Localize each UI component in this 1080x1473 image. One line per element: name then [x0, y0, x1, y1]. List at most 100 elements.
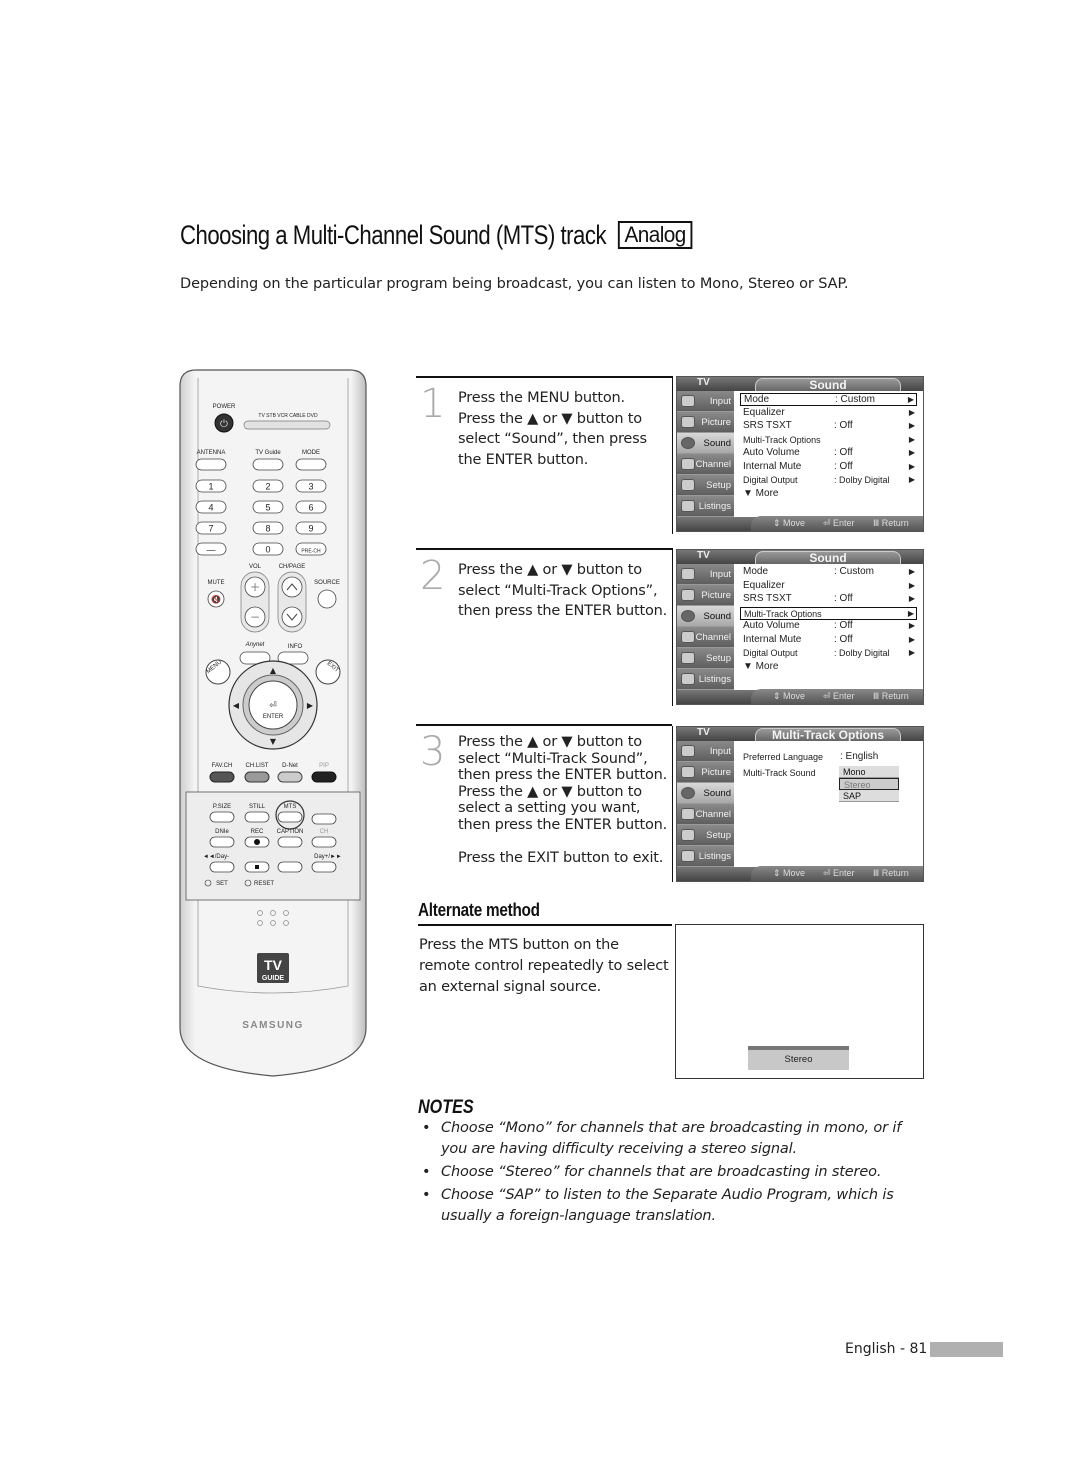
mode-labels: TV STB VCR CABLE DVD: [258, 413, 318, 419]
osd-row-value: : Off: [834, 620, 853, 631]
vol-label: VOL: [249, 564, 262, 570]
stereo-osd-banner: Stereo: [748, 1046, 849, 1070]
osd-row-label: Mode: [743, 566, 769, 577]
step-line: Press the ▲ or ▼ button to: [458, 562, 642, 578]
input-icon: [681, 395, 695, 407]
analog-badge: Analog: [617, 221, 692, 249]
osd-hint-bar: ⇕ Move ⏎ Enter Ⅲ Return: [751, 866, 923, 881]
favch-label: FAV.CH: [212, 763, 233, 769]
osd-multitrack-options: TV Multi-Track Options Input Picture Sound Ch…: [676, 726, 924, 882]
listings-icon: [681, 500, 695, 512]
osd-hint-move: ⇕ Move: [773, 518, 806, 528]
chevron-right-icon: ▶: [908, 461, 915, 471]
osd-hint-return: Ⅲ Return: [873, 691, 909, 701]
osd-menu-row: Digital Output: Dolby Digital ▶: [740, 474, 917, 487]
pip-button: [311, 771, 337, 783]
osd-row-label: Internal Mute: [743, 460, 802, 472]
caption-button: [277, 836, 303, 848]
osd-sidebar-item-picture: Picture: [677, 412, 734, 433]
osd-menu-row: Equalizer ▶: [740, 407, 917, 420]
osd-sidebar-item-sound: Sound: [677, 433, 734, 454]
osd-row-value: : Custom: [834, 566, 875, 577]
chevron-right-icon: ▶: [908, 421, 915, 430]
step-line: then press the ENTER button.: [458, 603, 668, 619]
dnie-button: [209, 836, 235, 848]
mode-indicator: [243, 420, 331, 430]
digit-label: 8: [265, 524, 270, 534]
minus-icon: −: [250, 610, 260, 624]
tvguide-logo-bottom: GUIDE: [262, 975, 285, 982]
osd-main-panel: Mode: Custom ▶ Equalizer ▶ SRS TSXT: Off ▶ Mul…: [734, 564, 923, 692]
osd-row-label: Mode: [744, 394, 770, 405]
dnet-button: [277, 771, 303, 783]
chevron-right-icon: ▶: [908, 448, 915, 457]
step-line: Press the MENU button.: [458, 390, 625, 406]
osd-more-row: ▼ More: [743, 487, 779, 499]
osd-sidebar-item-setup: Setup: [677, 475, 734, 496]
osd-row-value: : Off: [834, 633, 853, 645]
step-line: select a setting you want,: [458, 800, 641, 816]
osd-row-label: SRS TSXT: [743, 420, 792, 431]
dnet-label: D-Net: [282, 763, 298, 769]
intro-text: Depending on the particular program bein…: [180, 276, 849, 292]
samsung-logo: SAMSUNG: [242, 1020, 304, 1031]
digit-label: 1: [208, 482, 213, 492]
osd-sidebar-item-channel: Channel: [677, 627, 734, 648]
plus-icon: +: [250, 580, 260, 594]
tvguide-label: TV Guide: [255, 450, 281, 456]
osd-hint-bar: ⇕ Move ⏎ Enter Ⅲ Return: [751, 516, 923, 531]
ch-label: CH: [320, 829, 329, 835]
rec-icon: [254, 839, 260, 845]
osd-row-label: Multi-Track Sound: [743, 768, 816, 778]
chevron-right-icon: ▶: [908, 580, 915, 590]
still-button: [244, 811, 270, 823]
mute-label: MUTE: [208, 580, 225, 586]
play-pause-button: [277, 861, 303, 873]
osd-sound-menu-multitrack: TV Sound Input Picture Sound Channel Setup List…: [676, 549, 924, 705]
osd-sidebar-item-channel: Channel: [677, 804, 734, 825]
enter-label: ENTER: [263, 714, 284, 720]
anynet-label: Anynet: [245, 642, 265, 648]
step-line: then press the ENTER button.: [458, 767, 668, 783]
page-bar: [930, 1342, 1003, 1357]
step-line: Press the ▲ or ▼ button to: [458, 783, 642, 800]
source-button: [317, 589, 337, 609]
chevron-right-icon: ▶: [907, 608, 914, 618]
chevron-right-icon: ▶: [908, 594, 915, 603]
osd-row-label: SRS TSXT: [743, 593, 792, 604]
setup-icon: [681, 652, 695, 664]
still-label: STILL: [249, 804, 266, 810]
antenna-button: [195, 458, 227, 471]
osd-sidebar: Input Picture Sound Channel Setup Listings: [677, 564, 734, 692]
osd-hint-move: ⇕ Move: [773, 691, 806, 701]
note-item: Choose “Mono” for channels that are broa…: [420, 1118, 930, 1160]
panel-ch-down-button: [311, 836, 337, 848]
mute-icon: 🔇: [211, 594, 221, 604]
osd-menu-row: Mode: Custom ▶: [740, 393, 917, 406]
osd-hint-bar: ⇕ Move ⏎ Enter Ⅲ Return: [751, 689, 923, 704]
digit-label: 2: [265, 482, 270, 492]
left-arrow-icon: ◀: [233, 701, 240, 710]
rewind-button: [209, 861, 235, 873]
digit-label: 5: [265, 503, 270, 513]
osd-hint-enter: ⏎ Enter: [823, 518, 855, 528]
osd-option-stereo: Stereo: [839, 778, 899, 790]
osd-menu-row: SRS TSXT: Off ▶: [740, 593, 917, 606]
osd-title: Multi-Track Options: [755, 728, 901, 741]
power-icon: ⏻: [220, 419, 228, 430]
osd-row-value: : Dolby Digital: [834, 648, 890, 658]
input-icon: [681, 745, 695, 757]
note-item: Choose “Stereo” for channels that are br…: [420, 1162, 930, 1183]
source-label: SOURCE: [314, 580, 340, 586]
step-1: 1 Press the MENU button. Press the ▲ or …: [416, 376, 672, 526]
osd-row-label: Digital Output: [743, 648, 798, 658]
osd-menu-row: SRS TSXT: Off ▶: [740, 420, 917, 433]
listings-icon: [681, 850, 695, 862]
ch-down-button: [281, 606, 303, 628]
step-number: 2: [420, 553, 446, 599]
osd-sidebar-item-channel: Channel: [677, 454, 734, 475]
alternate-method-title: Alternate method: [418, 900, 540, 920]
osd-option-sap: SAP: [839, 790, 899, 802]
osd-menu-row: Digital Output: Dolby Digital ▶: [740, 647, 917, 660]
picture-icon: [681, 416, 695, 428]
